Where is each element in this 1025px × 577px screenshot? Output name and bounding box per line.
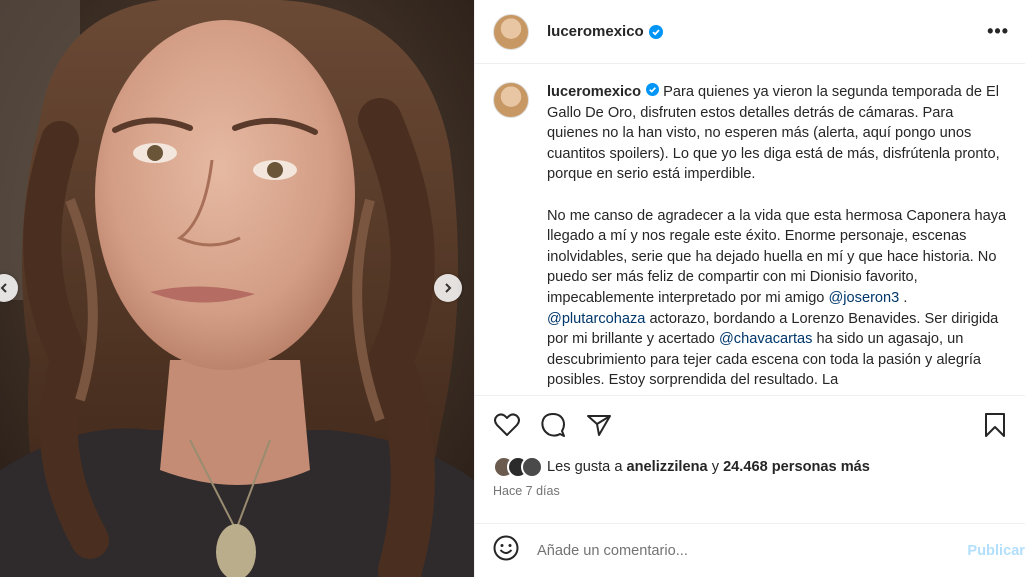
likes-summary[interactable]: Les gusta a anelizzilena y 24.468 person… [475,454,1025,480]
caption-avatar[interactable] [493,82,529,118]
verified-badge-icon [646,83,660,96]
action-bar [475,396,1025,454]
post-header: luceromexico ••• [475,0,1025,64]
comment-icon[interactable] [539,411,567,439]
verified-badge-icon [648,24,663,39]
caption-fragment: . [899,289,912,306]
post-comment-button[interactable]: Publicar [967,543,1025,559]
caption-paragraph: No me canso de agradecer a la vida que e… [547,207,1011,306]
likes-prefix: Les gusta a [547,459,623,475]
post-side-panel: luceromexico ••• luceromexico Para quien… [474,0,1025,577]
caption-text: luceromexico Para quienes ya vieron la s… [547,82,1007,395]
mention-link[interactable]: @chavacartas [719,331,813,347]
instagram-post-view: luceromexico ••• luceromexico Para quien… [0,0,1025,577]
liker-username-link[interactable]: anelizzilena [627,459,708,475]
post-timestamp[interactable]: Hace 7 días [475,480,1025,508]
post-photo [0,0,474,577]
chevron-right-icon [445,283,452,293]
likes-conjunction: y [711,459,719,475]
bookmark-icon[interactable] [981,411,1009,439]
caption-username[interactable]: luceromexico [547,84,641,100]
chevron-left-icon [0,283,7,293]
liker-avatars [493,456,543,478]
emoji-icon[interactable] [493,535,519,566]
caption-area: luceromexico Para quienes ya vieron la s… [475,64,1025,396]
username-link[interactable]: luceromexico [547,23,644,40]
next-image-button[interactable] [434,274,462,302]
avatar [521,456,543,478]
more-horizontal-icon[interactable]: ••• [987,21,1009,42]
avatar[interactable] [493,13,529,50]
mention-link[interactable]: @joseron3 [828,290,899,306]
share-icon[interactable] [585,411,613,439]
likes-count-link[interactable]: 24.468 personas más [723,459,870,475]
comment-input[interactable]: Añade un comentario... [537,543,688,559]
post-media[interactable] [0,0,474,577]
comment-box: Añade un comentario... Publicar [475,523,1025,577]
heart-icon[interactable] [493,411,521,439]
mention-link[interactable]: @plutarcohaza [547,311,645,327]
